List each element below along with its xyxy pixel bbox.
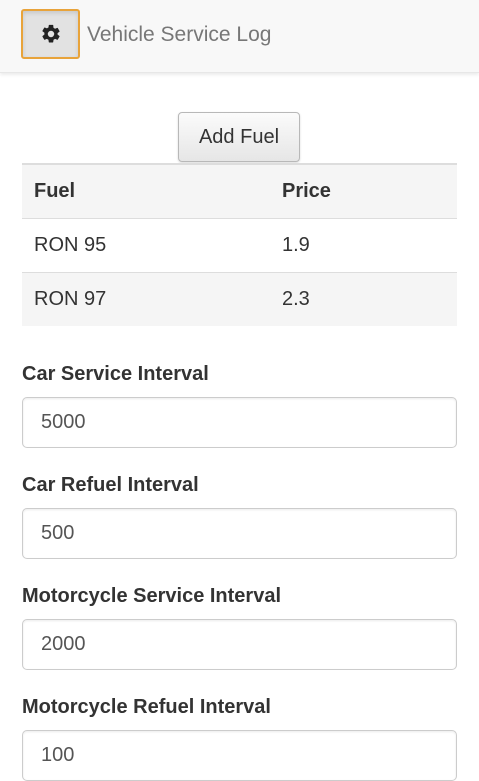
car-refuel-interval-label: Car Refuel Interval <box>22 474 199 496</box>
motorcycle-service-interval-label: Motorcycle Service Interval <box>22 585 282 607</box>
fuel-name-cell: RON 97 <box>34 287 107 310</box>
car-service-interval-input[interactable] <box>22 397 457 448</box>
add-fuel-button[interactable]: Add Fuel <box>178 112 300 162</box>
motorcycle-service-interval-input[interactable] <box>22 619 457 670</box>
column-header-price: Price <box>282 179 331 202</box>
motorcycle-refuel-interval-label: Motorcycle Refuel Interval <box>22 696 271 718</box>
app-title[interactable]: Vehicle Service Log <box>87 21 271 49</box>
table-header-row: Fuel Price <box>22 164 457 218</box>
car-refuel-interval-input[interactable] <box>22 508 457 559</box>
gear-icon <box>41 24 60 43</box>
table-row[interactable]: RON 95 1.9 <box>22 218 457 272</box>
fuel-name-cell: RON 95 <box>34 233 107 256</box>
car-service-interval-label: Car Service Interval <box>22 363 209 385</box>
motorcycle-refuel-interval-input[interactable] <box>22 730 457 781</box>
navbar: Vehicle Service Log <box>0 0 479 73</box>
settings-button[interactable] <box>21 9 80 59</box>
fuel-price-cell: 2.3 <box>282 287 310 310</box>
fuel-table: Fuel Price RON 95 1.9 RON 97 2.3 <box>22 163 457 326</box>
column-header-fuel: Fuel <box>34 179 76 202</box>
table-row[interactable]: RON 97 2.3 <box>22 272 457 326</box>
fuel-price-cell: 1.9 <box>282 233 310 256</box>
